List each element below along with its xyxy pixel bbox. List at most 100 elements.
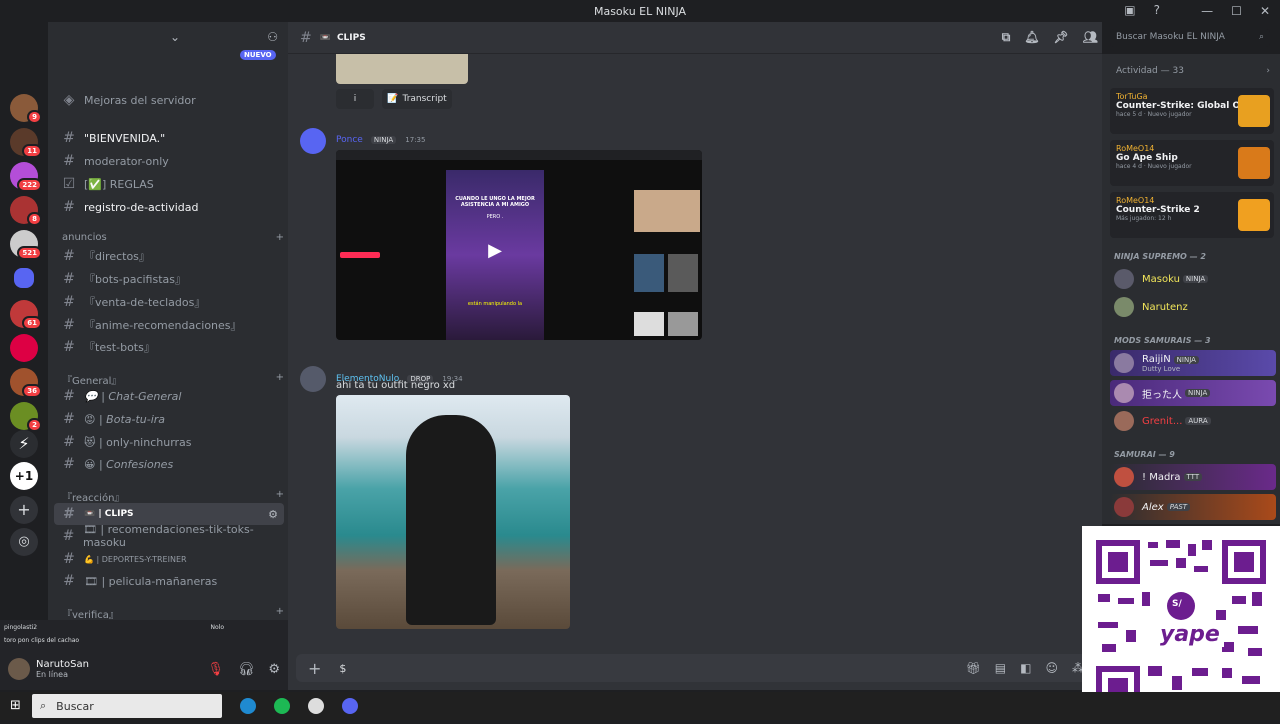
gift-icon[interactable]: 🎁︎	[966, 661, 981, 675]
upload-plus-icon[interactable]: +	[308, 659, 321, 678]
channel-label: 『directos』	[84, 250, 150, 263]
channel-item[interactable]: # "BIENVENIDA."	[58, 127, 284, 149]
server-icon[interactable]: 2	[10, 402, 42, 432]
channel-item[interactable]: # 『test-bots』	[58, 336, 284, 358]
channel-item-active[interactable]: # 📼 | CLIPS ⚙	[54, 503, 284, 525]
video-attachment[interactable]: CUANDO LE UNGO LA MEJOR ASISTENCIA A MI …	[336, 150, 702, 340]
tiktok-video[interactable]: CUANDO LE UNGO LA MEJOR ASISTENCIA A MI …	[446, 170, 544, 340]
channel-item[interactable]: # 🎞 | recomendaciones-tik-toks-masoku	[58, 523, 284, 549]
add-channel-icon[interactable]: +	[276, 232, 284, 243]
yape-qr-code: S/ yape	[1082, 526, 1280, 720]
settings-icon[interactable]: ⚙	[268, 508, 278, 521]
channel-item[interactable]: # 😡 | Bota-tu-ira	[58, 408, 284, 430]
channel-label: moderator-only	[84, 154, 169, 168]
add-server-icon[interactable]: +	[10, 496, 38, 524]
activity-header[interactable]: Actividad — 33 ›	[1102, 54, 1280, 84]
image-attachment[interactable]	[336, 395, 570, 629]
taskbar: ⊞ ⌕ Buscar	[0, 692, 1280, 720]
member-item[interactable]: Grenit... AURA	[1110, 408, 1276, 434]
category-verifica[interactable]: 『verifica』 +	[62, 606, 284, 621]
pin-icon[interactable]: 📌︎	[1054, 30, 1069, 45]
emoji-icon[interactable]: ☺	[1045, 661, 1058, 675]
server-icon[interactable]: 61	[10, 300, 42, 330]
bell-icon[interactable]: 🔔︎	[1024, 30, 1039, 45]
channel-item[interactable]: # 💪 | DEPORTES-Y-TREINER	[58, 548, 284, 570]
member-item[interactable]: Alex PAST	[1110, 494, 1276, 520]
category-anuncios[interactable]: anuncios +	[62, 232, 284, 243]
role-header: SAMURAI — 9	[1114, 450, 1175, 459]
channel-item[interactable]: # 🎞 | pelicula-mañaneras	[58, 570, 284, 592]
channel-item[interactable]: # 『bots-pacifistas』	[58, 268, 284, 290]
channel-item[interactable]: # 💬 | Chat-General	[58, 385, 284, 407]
discover-icon[interactable]: ◎	[10, 528, 38, 556]
inbox-icon[interactable]: ▣	[1124, 3, 1135, 17]
avatar[interactable]	[8, 658, 30, 680]
avatar[interactable]	[300, 128, 326, 154]
minimize-icon[interactable]: —	[1201, 4, 1213, 18]
folder-icon[interactable]	[14, 268, 34, 288]
members-icon[interactable]: 👥︎	[1083, 30, 1098, 45]
server-icon[interactable]: 11	[10, 128, 42, 158]
server-boost-link[interactable]: ◈ Mejoras del servidor	[58, 89, 284, 111]
member-item[interactable]: ! Madra TTT	[1110, 464, 1276, 490]
maximize-icon[interactable]: ☐	[1231, 4, 1242, 18]
obs-icon[interactable]	[308, 698, 324, 714]
tiktok-bottom-text: están manipulando la	[467, 301, 523, 307]
avatar[interactable]	[300, 366, 326, 392]
server-icon[interactable]: 521	[10, 230, 42, 260]
category-reaccion[interactable]: 『reacción』 +	[62, 489, 284, 504]
chevron-down-icon[interactable]: ⌄	[170, 30, 180, 44]
server-icon[interactable]: 8	[10, 196, 42, 226]
login-button	[340, 252, 380, 258]
channel-item[interactable]: ☑ [✅] REGLAS	[58, 173, 284, 195]
threads-icon[interactable]: ⧉	[1002, 30, 1011, 45]
channel-item[interactable]: # registro-de-actividad	[58, 196, 284, 218]
channel-item[interactable]: # 😀 | Confesiones	[58, 453, 284, 475]
channel-item[interactable]: # 『directos』	[58, 245, 284, 267]
search-input[interactable]: Buscar Masoku EL NINJA ⌕	[1110, 29, 1270, 47]
info-button[interactable]: i	[336, 89, 374, 109]
channel-item[interactable]: # moderator-only	[58, 150, 284, 172]
member-item[interactable]: Narutenz	[1110, 294, 1276, 320]
edge-icon[interactable]	[240, 698, 256, 714]
hash-icon: #	[63, 271, 75, 287]
embed-preview[interactable]	[336, 54, 468, 84]
mute-icon[interactable]: 🎙︎	[207, 662, 224, 677]
sticker-icon[interactable]: ◧	[1020, 661, 1031, 675]
discord-icon[interactable]	[342, 698, 358, 714]
bolt-icon[interactable]: ⚡	[10, 430, 38, 458]
member-item[interactable]: 拒った人 NINJA	[1110, 380, 1276, 406]
channel-item[interactable]: # 『venta-de-teclados』	[58, 291, 284, 313]
plus-one-icon[interactable]: +1	[10, 462, 38, 490]
close-icon[interactable]: ✕	[1260, 4, 1270, 18]
add-channel-icon[interactable]: +	[276, 489, 284, 504]
server-icon[interactable]	[10, 334, 38, 362]
spotify-icon[interactable]	[274, 698, 290, 714]
channel-item[interactable]: # 😻 | only-ninchurras	[58, 431, 284, 453]
server-icon[interactable]: 36	[10, 368, 42, 398]
play-icon[interactable]: ▶	[446, 240, 544, 261]
help-icon[interactable]: ?	[1154, 3, 1160, 17]
tiktok-sub: PERO .	[486, 214, 504, 220]
activity-card[interactable]: RoMeO14 Go Ape Ship hace 4 d · Nuevo jug…	[1110, 140, 1274, 186]
browser-bar	[336, 150, 702, 160]
member-item[interactable]: Masoku NINJA	[1110, 266, 1276, 292]
message-input[interactable]: + $ 🎁︎ ▤ ◧ ☺ ⁂	[296, 654, 1096, 682]
activity-card[interactable]: TorTuGa Counter-Strike: Global Off... ha…	[1110, 88, 1274, 134]
gif-icon[interactable]: ▤	[995, 661, 1006, 675]
channel-label: 😻 | only-ninchurras	[84, 435, 192, 449]
author-name[interactable]: Ponce	[336, 135, 363, 145]
gear-icon[interactable]: ⚙	[268, 662, 280, 677]
taskbar-search[interactable]: ⌕ Buscar	[32, 694, 222, 718]
activity-card[interactable]: RoMeO14 Counter-Strike 2 Más jugadon: 12…	[1110, 192, 1274, 238]
chevron-right-icon[interactable]: ›	[1266, 66, 1270, 76]
windows-start-icon[interactable]: ⊞	[10, 698, 21, 713]
server-icon[interactable]: 9	[10, 94, 42, 124]
transcript-button[interactable]: 📝 Transcript	[382, 89, 452, 109]
server-icon[interactable]: 222	[10, 162, 42, 192]
add-channel-icon[interactable]: +	[276, 606, 284, 621]
member-item[interactable]: RaijiN NINJA Dutty Love	[1110, 350, 1276, 376]
channel-item[interactable]: # 『anime-recomendaciones』	[58, 314, 284, 336]
add-member-icon[interactable]: ⚇	[267, 30, 278, 44]
headset-icon[interactable]: 🎧︎	[238, 662, 255, 677]
